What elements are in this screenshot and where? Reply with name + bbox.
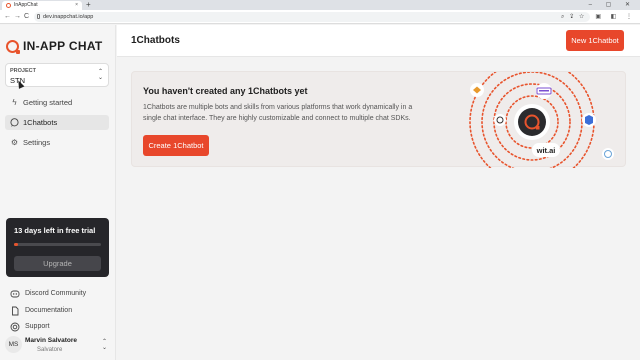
empty-state-description: 1Chatbots are multiple bots and skills f…: [143, 104, 413, 122]
trial-progress-fill: [14, 243, 19, 246]
omnibox-icons[interactable]: ⌕ ⇪ ☆: [561, 12, 586, 22]
avatar: MS: [5, 336, 22, 353]
gear-icon: ⚙: [10, 138, 19, 147]
trial-progress-track: [14, 243, 101, 246]
support-icon: [10, 322, 20, 332]
sidebar: IN-APP CHAT PROJECT STN ⌃ ⌄ ϟ Getting sta…: [0, 25, 116, 360]
lightning-icon: ϟ: [12, 98, 17, 107]
user-subtitle: Salvatore: [37, 347, 63, 353]
footer-item-discord[interactable]: Discord Community: [10, 288, 86, 300]
footer-item-label: Documentation: [25, 307, 73, 314]
chevron-up-down-icon: ⌃ ⌄: [101, 339, 107, 351]
back-button[interactable]: ←: [4, 10, 11, 24]
discord-icon: [10, 289, 20, 299]
tab-close-icon[interactable]: ×: [75, 1, 78, 10]
project-label: PROJECT: [10, 68, 36, 74]
sidebar-item-1chatbots[interactable]: 1Chatbots: [5, 115, 109, 130]
address-url: dev.inappchat.io/app: [43, 14, 94, 20]
create-1chatbot-button[interactable]: Create 1Chatbot: [143, 135, 209, 156]
main-content: 1Chatbots New 1Chatbot You haven't creat…: [117, 25, 640, 360]
inappchat-logo-icon: [518, 108, 546, 136]
forward-button[interactable]: →: [14, 10, 21, 24]
favicon-icon: [6, 3, 11, 8]
sidebar-item-settings[interactable]: ⚙ Settings: [5, 135, 109, 150]
aws-icon: [470, 83, 484, 97]
new-1chatbot-button[interactable]: New 1Chatbot: [566, 30, 624, 51]
footer-item-documentation[interactable]: Documentation: [10, 305, 72, 317]
footer-item-label: Support: [25, 323, 50, 330]
logo-text: IN-APP CHAT: [23, 39, 103, 53]
sidebar-item-label: Settings: [23, 138, 51, 147]
sidebar-item-label: 1Chatbots: [23, 118, 58, 127]
dialogflow-icon: [582, 113, 596, 127]
chat-bubble-icon: [10, 118, 19, 127]
browser-menu-icons[interactable]: ▣ ◧ ⋮: [595, 10, 636, 24]
address-bar[interactable]: dev.inappchat.io/app ⌕ ⇪ ☆: [34, 12, 590, 22]
app-logo[interactable]: IN-APP CHAT: [6, 39, 103, 54]
user-name: Marvin Salvatore: [25, 337, 78, 344]
page-title: 1Chatbots: [131, 35, 180, 46]
chevron-up-down-icon: ⌃ ⌄: [97, 69, 103, 81]
upgrade-button[interactable]: Upgrade: [14, 256, 101, 271]
document-icon: [10, 306, 20, 316]
trial-text: 13 days left in free trial: [14, 226, 96, 235]
new-tab-button[interactable]: +: [86, 0, 91, 10]
user-menu[interactable]: MS Marvin Salvatore Salvatore ⌃ ⌄: [5, 333, 109, 357]
sidebar-item-getting-started[interactable]: ϟ Getting started: [5, 95, 109, 110]
browser-tab[interactable]: InAppChat ×: [2, 1, 82, 10]
chatbot-orbit-illustration: wit.ai: [469, 72, 614, 168]
twitch-icon: [536, 83, 552, 99]
trial-card: 13 days left in free trial Upgrade: [6, 218, 109, 277]
window-controls[interactable]: – ▢ ✕: [589, 0, 636, 10]
lock-icon: [37, 14, 40, 19]
footer-item-label: Discord Community: [25, 290, 87, 297]
browser-toolbar: ← → C dev.inappchat.io/app ⌕ ⇪ ☆ ▣ ◧ ⋮: [0, 10, 640, 24]
page-header: 1Chatbots New 1Chatbot: [117, 25, 640, 57]
wit-ai-label: wit.ai: [536, 146, 556, 155]
browser-tab-bar: InAppChat × + – ▢ ✕: [0, 0, 640, 10]
footer-item-support[interactable]: Support: [10, 321, 50, 333]
tab-title: InAppChat: [14, 2, 38, 8]
watson-icon: [602, 148, 614, 160]
empty-state-title: You haven't created any 1Chatbots yet: [143, 86, 308, 96]
reload-button[interactable]: C: [24, 10, 29, 24]
sidebar-item-label: Getting started: [23, 98, 73, 107]
logo-icon: [6, 39, 20, 54]
openai-icon: [494, 114, 506, 126]
empty-state-card: You haven't created any 1Chatbots yet 1C…: [131, 71, 626, 168]
